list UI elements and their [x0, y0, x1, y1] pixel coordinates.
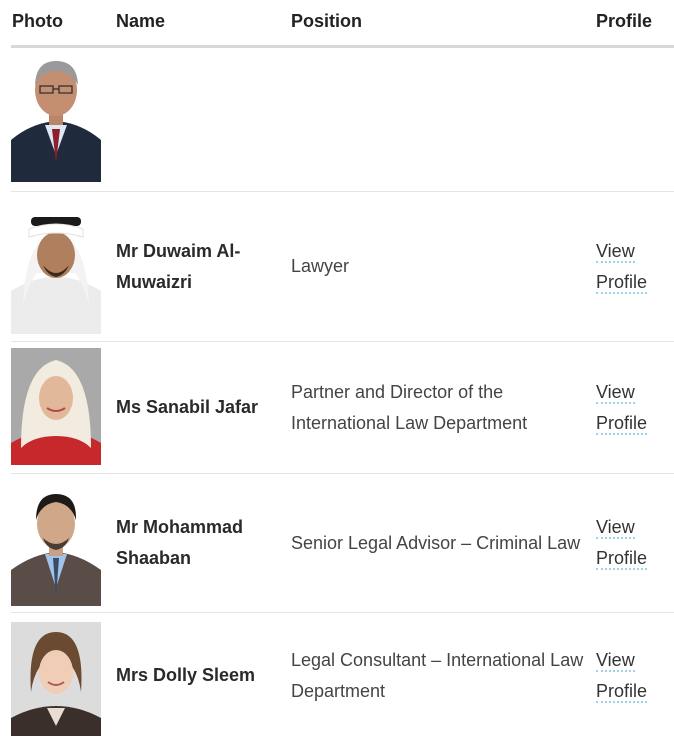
member-name: Ms Sanabil Jafar: [116, 397, 259, 417]
profile-cell: [596, 48, 674, 191]
table-row: Mr Duwaim Al-Muwaizri Lawyer View Profil…: [11, 192, 674, 342]
column-header-profile: Profile: [596, 11, 653, 31]
woman-in-hijab-portrait-icon: [11, 348, 101, 465]
column-header-name: Name: [116, 11, 166, 31]
portrait-photo: [11, 209, 101, 334]
view-profile-link[interactable]: View Profile: [596, 517, 648, 570]
member-name: Mr Duwaim Al-Muwaizri: [116, 240, 241, 292]
profile-cell: View Profile: [596, 613, 674, 738]
profile-cell: View Profile: [596, 192, 674, 341]
table-row: Mrs Dolly Sleem Legal Consultant – Inter…: [11, 613, 674, 738]
portrait-photo: [11, 348, 101, 465]
table-row: Mr Mohammad Shaaban Senior Legal Advisor…: [11, 474, 674, 613]
member-position: Senior Legal Advisor – Criminal Law: [291, 532, 581, 553]
view-profile-link[interactable]: View Profile: [596, 381, 648, 435]
man-in-ghutra-portrait-icon: [11, 209, 101, 334]
portrait-photo: [11, 488, 101, 606]
column-header-photo: Photo: [12, 11, 63, 31]
member-position: Legal Consultant – International Law Dep…: [291, 649, 584, 701]
column-header-position: Position: [291, 11, 362, 31]
member-position: Lawyer: [291, 256, 350, 276]
portrait-photo: [11, 622, 101, 736]
member-name: Mrs Dolly Sleem: [116, 665, 256, 685]
member-position: Partner and Director of the Internationa…: [291, 381, 528, 433]
view-profile-link[interactable]: View Profile: [596, 240, 648, 294]
profile-cell: View Profile: [596, 342, 674, 473]
table-row: Ms Sanabil Jafar Partner and Director of…: [11, 342, 674, 474]
member-name: [116, 48, 281, 191]
member-position: [291, 48, 591, 191]
table-header: Photo Name Position Profile: [11, 0, 674, 48]
table-row: [11, 48, 674, 192]
team-table: Photo Name Position Profile Mr Duwaim Al…: [11, 0, 674, 738]
woman-portrait-icon: [11, 622, 101, 736]
view-profile-link[interactable]: View Profile: [596, 649, 648, 703]
portrait-photo: [11, 55, 101, 182]
member-name: Mr Mohammad Shaaban: [116, 517, 244, 568]
profile-cell: View Profile: [596, 474, 674, 612]
man-in-suit-portrait-icon: [11, 55, 101, 182]
man-in-suit-portrait-icon: [11, 488, 101, 606]
